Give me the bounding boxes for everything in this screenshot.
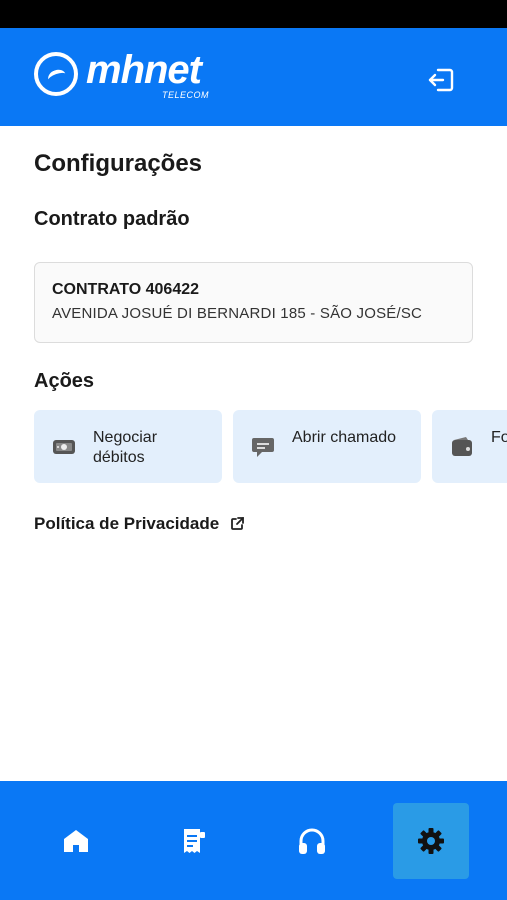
page-title: Configurações <box>34 150 203 177</box>
bottom-navigation <box>0 781 507 900</box>
action-label: Negociar débitos <box>93 429 158 466</box>
privacy-policy-label: Política de Privacidade <box>34 514 220 533</box>
logo-subtext: TELECOM <box>162 90 210 100</box>
logout-icon <box>428 68 454 92</box>
app-header: mhnet TELECOM <box>0 28 507 126</box>
contract-section-title: Contrato padrão <box>34 208 190 230</box>
action-payment[interactable]: Fo pa <box>432 410 507 483</box>
mhnet-logo: mhnet TELECOM <box>34 48 214 108</box>
wallet-icon <box>452 437 472 456</box>
home-icon <box>64 830 88 852</box>
headphones-icon <box>299 828 325 854</box>
contract-address: AVENIDA JOSUÉ DI BERNARDI 185 - SÃO JOSÉ… <box>52 305 423 322</box>
chat-icon <box>252 438 274 457</box>
receipt-icon <box>184 829 205 853</box>
contract-number: CONTRATO 406422 <box>52 281 200 298</box>
nav-home[interactable] <box>38 803 114 879</box>
privacy-policy-link[interactable]: Política de Privacidade <box>34 514 245 534</box>
nav-settings[interactable] <box>393 803 469 879</box>
external-link-icon <box>231 517 245 530</box>
action-label: Abrir chamado <box>292 429 397 446</box>
actions-section-title: Ações <box>34 370 95 392</box>
action-open-ticket[interactable]: Abrir chamado <box>233 410 421 483</box>
action-negotiate-debts[interactable]: Negociar débitos <box>34 410 222 483</box>
actions-carousel[interactable]: Negociar débitos Abrir chamado Fo pa <box>34 410 507 484</box>
nav-support[interactable] <box>274 803 350 879</box>
action-label: Fo pa <box>491 429 507 446</box>
status-bar <box>0 0 507 28</box>
default-contract-card[interactable]: CONTRATO 406422 AVENIDA JOSUÉ DI BERNARD… <box>34 262 473 343</box>
gear-icon <box>418 828 444 854</box>
logout-button[interactable] <box>424 62 460 98</box>
money-icon <box>53 440 75 454</box>
logo-text: mhnet <box>86 48 202 92</box>
nav-invoices[interactable] <box>156 803 232 879</box>
logo-mark-icon <box>34 52 78 96</box>
